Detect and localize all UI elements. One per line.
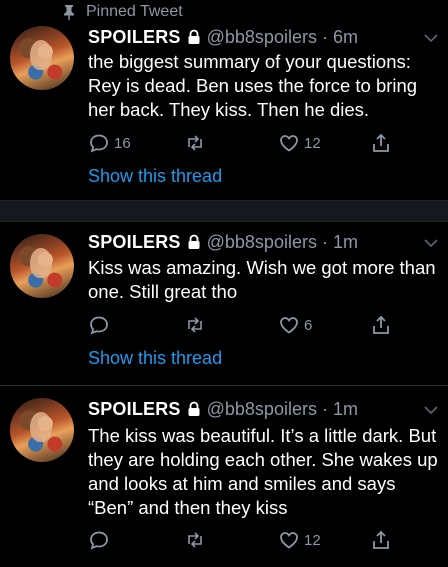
share-button[interactable] [370, 529, 392, 551]
show-thread-link[interactable]: Show this thread [88, 348, 222, 369]
pin-icon [64, 5, 74, 20]
share-button[interactable] [370, 314, 392, 336]
like-count: 6 [304, 316, 313, 334]
share-button[interactable] [370, 132, 392, 154]
heart-icon [280, 135, 298, 152]
like-button[interactable]: 12 [278, 132, 321, 154]
tweet-header: SPOILERS @bb8spoilers · 1m [88, 397, 358, 421]
tweet[interactable]: SPOILERS @bb8spoilers · 1m The kiss was … [0, 386, 448, 567]
tweet-feed: Pinned Tweet SPOILERS @bb8spoilers · 6m … [0, 0, 448, 567]
like-button[interactable]: 12 [278, 529, 321, 551]
chevron-down-icon[interactable] [424, 405, 438, 415]
share-icon [373, 315, 389, 334]
display-name[interactable]: SPOILERS [88, 232, 181, 253]
reply-icon [90, 316, 108, 335]
handle-time[interactable]: @bb8spoilers · 1m [207, 232, 358, 253]
avatar[interactable] [10, 398, 74, 462]
reply-icon [90, 531, 108, 550]
tweet-text: Kiss was amazing. Wish we got more than … [88, 257, 436, 302]
pinned-label: Pinned Tweet [86, 3, 183, 20]
tweet-text: The kiss was beautiful. It’s a little da… [88, 425, 438, 518]
handle-time[interactable]: @bb8spoilers · 1m [207, 399, 358, 420]
share-icon [373, 530, 389, 549]
tweet[interactable]: SPOILERS @bb8spoilers · 1m Kiss was amaz… [0, 222, 448, 384]
tweet-text: the biggest summary of your questions: R… [88, 51, 418, 120]
tweet-header: SPOILERS @bb8spoilers · 1m [88, 230, 358, 254]
lock-icon [188, 401, 200, 416]
reply-button[interactable] [88, 314, 110, 336]
chevron-down-icon[interactable] [424, 238, 438, 248]
tweet-actions: 12 [88, 529, 398, 553]
retweet-button[interactable] [184, 132, 206, 154]
retweet-button[interactable] [184, 314, 206, 336]
lock-icon [188, 234, 200, 249]
reply-icon [90, 134, 108, 153]
chevron-down-icon[interactable] [424, 33, 438, 43]
heart-icon [280, 532, 298, 549]
retweet-button[interactable] [184, 529, 206, 551]
display-name[interactable]: SPOILERS [88, 27, 181, 48]
section-divider [0, 200, 448, 222]
heart-icon [280, 317, 298, 334]
like-count: 12 [304, 134, 321, 152]
reply-count: 16 [114, 134, 131, 152]
reply-button[interactable] [88, 529, 110, 551]
avatar[interactable] [10, 234, 74, 298]
show-thread-link[interactable]: Show this thread [88, 166, 222, 187]
pinned-indicator: Pinned Tweet [62, 2, 183, 22]
avatar[interactable] [10, 26, 74, 90]
like-button[interactable]: 6 [278, 314, 312, 336]
tweet-header: SPOILERS @bb8spoilers · 6m [88, 25, 358, 49]
lock-icon [188, 29, 200, 44]
like-count: 12 [304, 531, 321, 549]
retweet-icon [188, 532, 202, 548]
retweet-icon [188, 135, 202, 151]
share-icon [373, 133, 389, 152]
display-name[interactable]: SPOILERS [88, 399, 181, 420]
tweet-actions: 6 [88, 314, 398, 338]
retweet-icon [188, 317, 202, 333]
reply-button[interactable]: 16 [88, 132, 131, 154]
handle-time[interactable]: @bb8spoilers · 6m [207, 27, 358, 48]
tweet-actions: 16 12 [88, 132, 398, 156]
tweet[interactable]: Pinned Tweet SPOILERS @bb8spoilers · 6m … [0, 0, 448, 200]
